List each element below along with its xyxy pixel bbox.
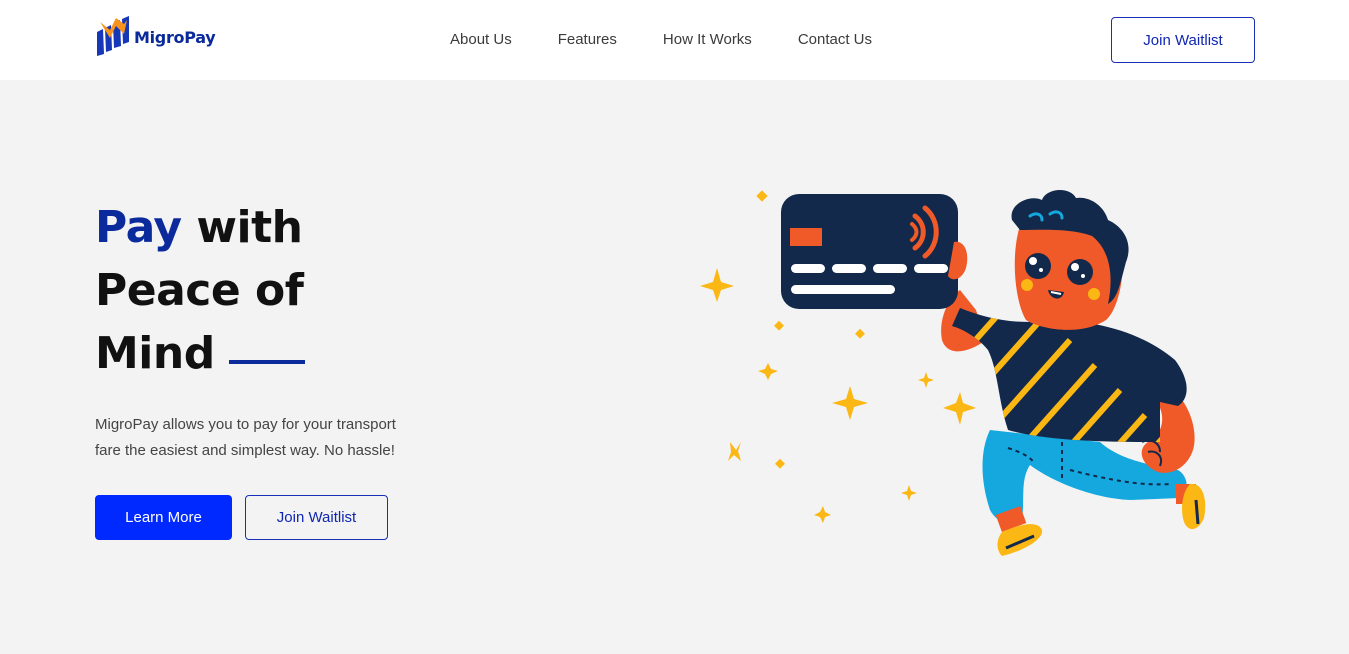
brand-logo[interactable]: MigroPay	[94, 16, 216, 58]
brand-name: MigroPay	[134, 27, 216, 47]
hero-title-accent: Pay	[95, 202, 182, 253]
hero-join-waitlist-button[interactable]: Join Waitlist	[245, 495, 388, 540]
hero-title-line-2: Peace of	[95, 265, 304, 316]
header-join-waitlist-button[interactable]: Join Waitlist	[1111, 17, 1255, 63]
migropay-logo-icon	[94, 16, 132, 58]
hero-title: Pay with Peace of Mind	[95, 196, 305, 385]
hero-title-line-1: Pay with	[95, 196, 305, 259]
title-underline-dash	[228, 360, 305, 364]
nav-features[interactable]: Features	[558, 30, 617, 50]
site-header: MigroPay About Us Features How It Works …	[0, 0, 1349, 80]
hero-title-line-3: Mind	[95, 322, 305, 385]
person-holding-card-illustration	[690, 180, 1220, 570]
hero-title-rest: with	[181, 202, 303, 253]
nav-contact-us[interactable]: Contact Us	[798, 30, 872, 50]
hero-title-word-mind: Mind	[95, 328, 215, 379]
learn-more-button[interactable]: Learn More	[95, 495, 232, 540]
nav-about-us[interactable]: About Us	[450, 30, 512, 50]
hero-description: MigroPay allows you to pay for your tran…	[95, 416, 396, 459]
main-nav: About Us Features How It Works Contact U…	[450, 30, 918, 50]
nav-how-it-works[interactable]: How It Works	[663, 30, 752, 50]
